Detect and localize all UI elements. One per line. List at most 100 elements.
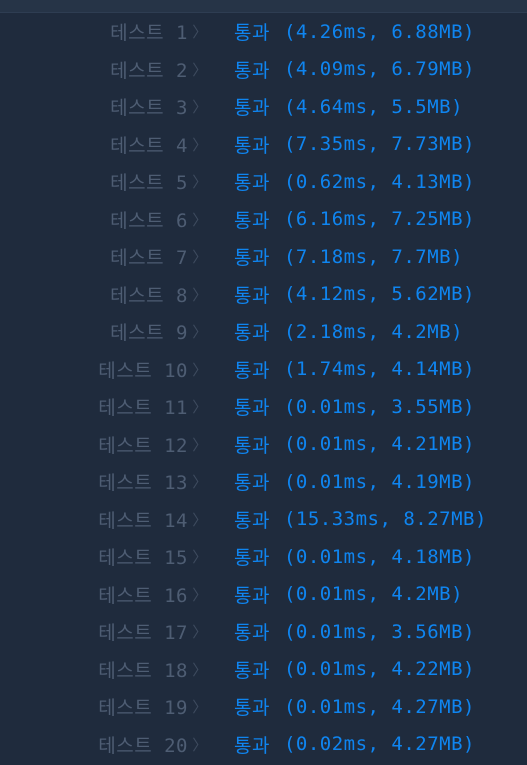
test-label: 테스트 6 [110,209,188,232]
test-status: 통과 [234,22,270,45]
test-detail: (2.18ms, 4.2MB) [283,320,464,343]
chevron-right-icon: 〉 [192,510,208,529]
test-result-row: 테스트 9 〉 통과 (2.18ms, 4.2MB) [0,313,527,351]
test-result-row: 테스트 12 〉 통과 (0.01ms, 4.21MB) [0,426,527,464]
test-label: 테스트 1 [110,22,188,45]
chevron-right-icon: 〉 [192,735,208,754]
test-detail: (0.01ms, 4.18MB) [283,545,475,568]
test-result-row: 테스트 17 〉 통과 (0.01ms, 3.56MB) [0,613,527,651]
test-label: 테스트 14 [98,509,188,532]
test-detail: (0.01ms, 4.21MB) [283,433,475,456]
test-result-row: 테스트 20 〉 통과 (0.02ms, 4.27MB) [0,726,527,764]
chevron-right-icon: 〉 [192,398,208,417]
test-status: 통과 [234,697,270,720]
chevron-right-icon: 〉 [192,623,208,642]
test-status: 통과 [234,97,270,120]
test-detail: (4.64ms, 5.5MB) [283,95,464,118]
test-status: 통과 [234,547,270,570]
chevron-right-icon: 〉 [192,360,208,379]
chevron-right-icon: 〉 [192,210,208,229]
test-label: 테스트 7 [110,247,188,270]
test-label: 테스트 18 [98,659,188,682]
test-status: 통과 [234,134,270,157]
chevron-right-icon: 〉 [192,285,208,304]
test-label: 테스트 2 [110,59,188,82]
test-detail: (0.01ms, 4.27MB) [283,695,475,718]
test-detail: (0.01ms, 4.2MB) [283,583,464,606]
test-status: 통과 [234,472,270,495]
test-status: 통과 [234,509,270,532]
panel-top-bar [0,0,527,13]
chevron-right-icon: 〉 [192,98,208,117]
test-label: 테스트 13 [98,472,188,495]
test-label: 테스트 17 [98,622,188,645]
test-label: 테스트 3 [110,97,188,120]
test-label: 테스트 9 [110,322,188,345]
test-result-row: 테스트 8 〉 통과 (4.12ms, 5.62MB) [0,276,527,314]
test-result-row: 테스트 13 〉 통과 (0.01ms, 4.19MB) [0,463,527,501]
test-status: 통과 [234,209,270,232]
test-status: 통과 [234,247,270,270]
test-result-row: 테스트 19 〉 통과 (0.01ms, 4.27MB) [0,688,527,726]
chevron-right-icon: 〉 [192,548,208,567]
test-detail: (0.01ms, 4.19MB) [283,470,475,493]
test-label: 테스트 5 [110,172,188,195]
test-result-row: 테스트 16 〉 통과 (0.01ms, 4.2MB) [0,576,527,614]
test-detail: (6.16ms, 7.25MB) [283,208,475,231]
test-status: 통과 [234,359,270,382]
test-detail: (0.62ms, 4.13MB) [283,170,475,193]
test-detail: (0.01ms, 3.56MB) [283,620,475,643]
test-status: 통과 [234,434,270,457]
test-detail: (0.01ms, 4.22MB) [283,658,475,681]
test-detail: (15.33ms, 8.27MB) [283,508,487,531]
test-result-row: 테스트 4 〉 통과 (7.35ms, 7.73MB) [0,126,527,164]
test-label: 테스트 4 [110,134,188,157]
test-result-row: 테스트 10 〉 통과 (1.74ms, 4.14MB) [0,351,527,389]
test-label: 테스트 12 [98,434,188,457]
test-result-row: 테스트 1 〉 통과 (4.26ms, 6.88MB) [0,13,527,51]
test-status: 통과 [234,659,270,682]
test-label: 테스트 19 [98,697,188,720]
test-results-list: 테스트 1 〉 통과 (4.26ms, 6.88MB) 테스트 2 〉 통과 (… [0,13,527,763]
test-detail: (7.18ms, 7.7MB) [283,245,464,268]
test-label: 테스트 15 [98,547,188,570]
test-results-panel: 테스트 1 〉 통과 (4.26ms, 6.88MB) 테스트 2 〉 통과 (… [0,0,527,765]
chevron-right-icon: 〉 [192,23,208,42]
chevron-right-icon: 〉 [192,660,208,679]
test-result-row: 테스트 7 〉 통과 (7.18ms, 7.7MB) [0,238,527,276]
test-status: 통과 [234,397,270,420]
test-result-row: 테스트 3 〉 통과 (4.64ms, 5.5MB) [0,88,527,126]
test-result-row: 테스트 2 〉 통과 (4.09ms, 6.79MB) [0,51,527,89]
test-status: 통과 [234,284,270,307]
test-label: 테스트 8 [110,284,188,307]
test-status: 통과 [234,622,270,645]
test-label: 테스트 20 [98,734,188,757]
test-detail: (0.01ms, 3.55MB) [283,395,475,418]
chevron-right-icon: 〉 [192,698,208,717]
test-status: 통과 [234,734,270,757]
test-result-row: 테스트 18 〉 통과 (0.01ms, 4.22MB) [0,651,527,689]
test-label: 테스트 11 [98,397,188,420]
test-detail: (4.12ms, 5.62MB) [283,283,475,306]
test-label: 테스트 10 [98,359,188,382]
chevron-right-icon: 〉 [192,135,208,154]
test-result-row: 테스트 15 〉 통과 (0.01ms, 4.18MB) [0,538,527,576]
test-status: 통과 [234,322,270,345]
chevron-right-icon: 〉 [192,323,208,342]
test-result-row: 테스트 14 〉 통과 (15.33ms, 8.27MB) [0,501,527,539]
chevron-right-icon: 〉 [192,173,208,192]
chevron-right-icon: 〉 [192,435,208,454]
test-status: 통과 [234,584,270,607]
chevron-right-icon: 〉 [192,585,208,604]
chevron-right-icon: 〉 [192,248,208,267]
test-result-row: 테스트 5 〉 통과 (0.62ms, 4.13MB) [0,163,527,201]
chevron-right-icon: 〉 [192,60,208,79]
test-result-row: 테스트 11 〉 통과 (0.01ms, 3.55MB) [0,388,527,426]
test-result-row: 테스트 6 〉 통과 (6.16ms, 7.25MB) [0,201,527,239]
test-detail: (4.09ms, 6.79MB) [283,58,475,81]
test-detail: (4.26ms, 6.88MB) [283,20,475,43]
test-status: 통과 [234,172,270,195]
test-detail: (0.02ms, 4.27MB) [283,733,475,756]
test-detail: (7.35ms, 7.73MB) [283,133,475,156]
chevron-right-icon: 〉 [192,473,208,492]
